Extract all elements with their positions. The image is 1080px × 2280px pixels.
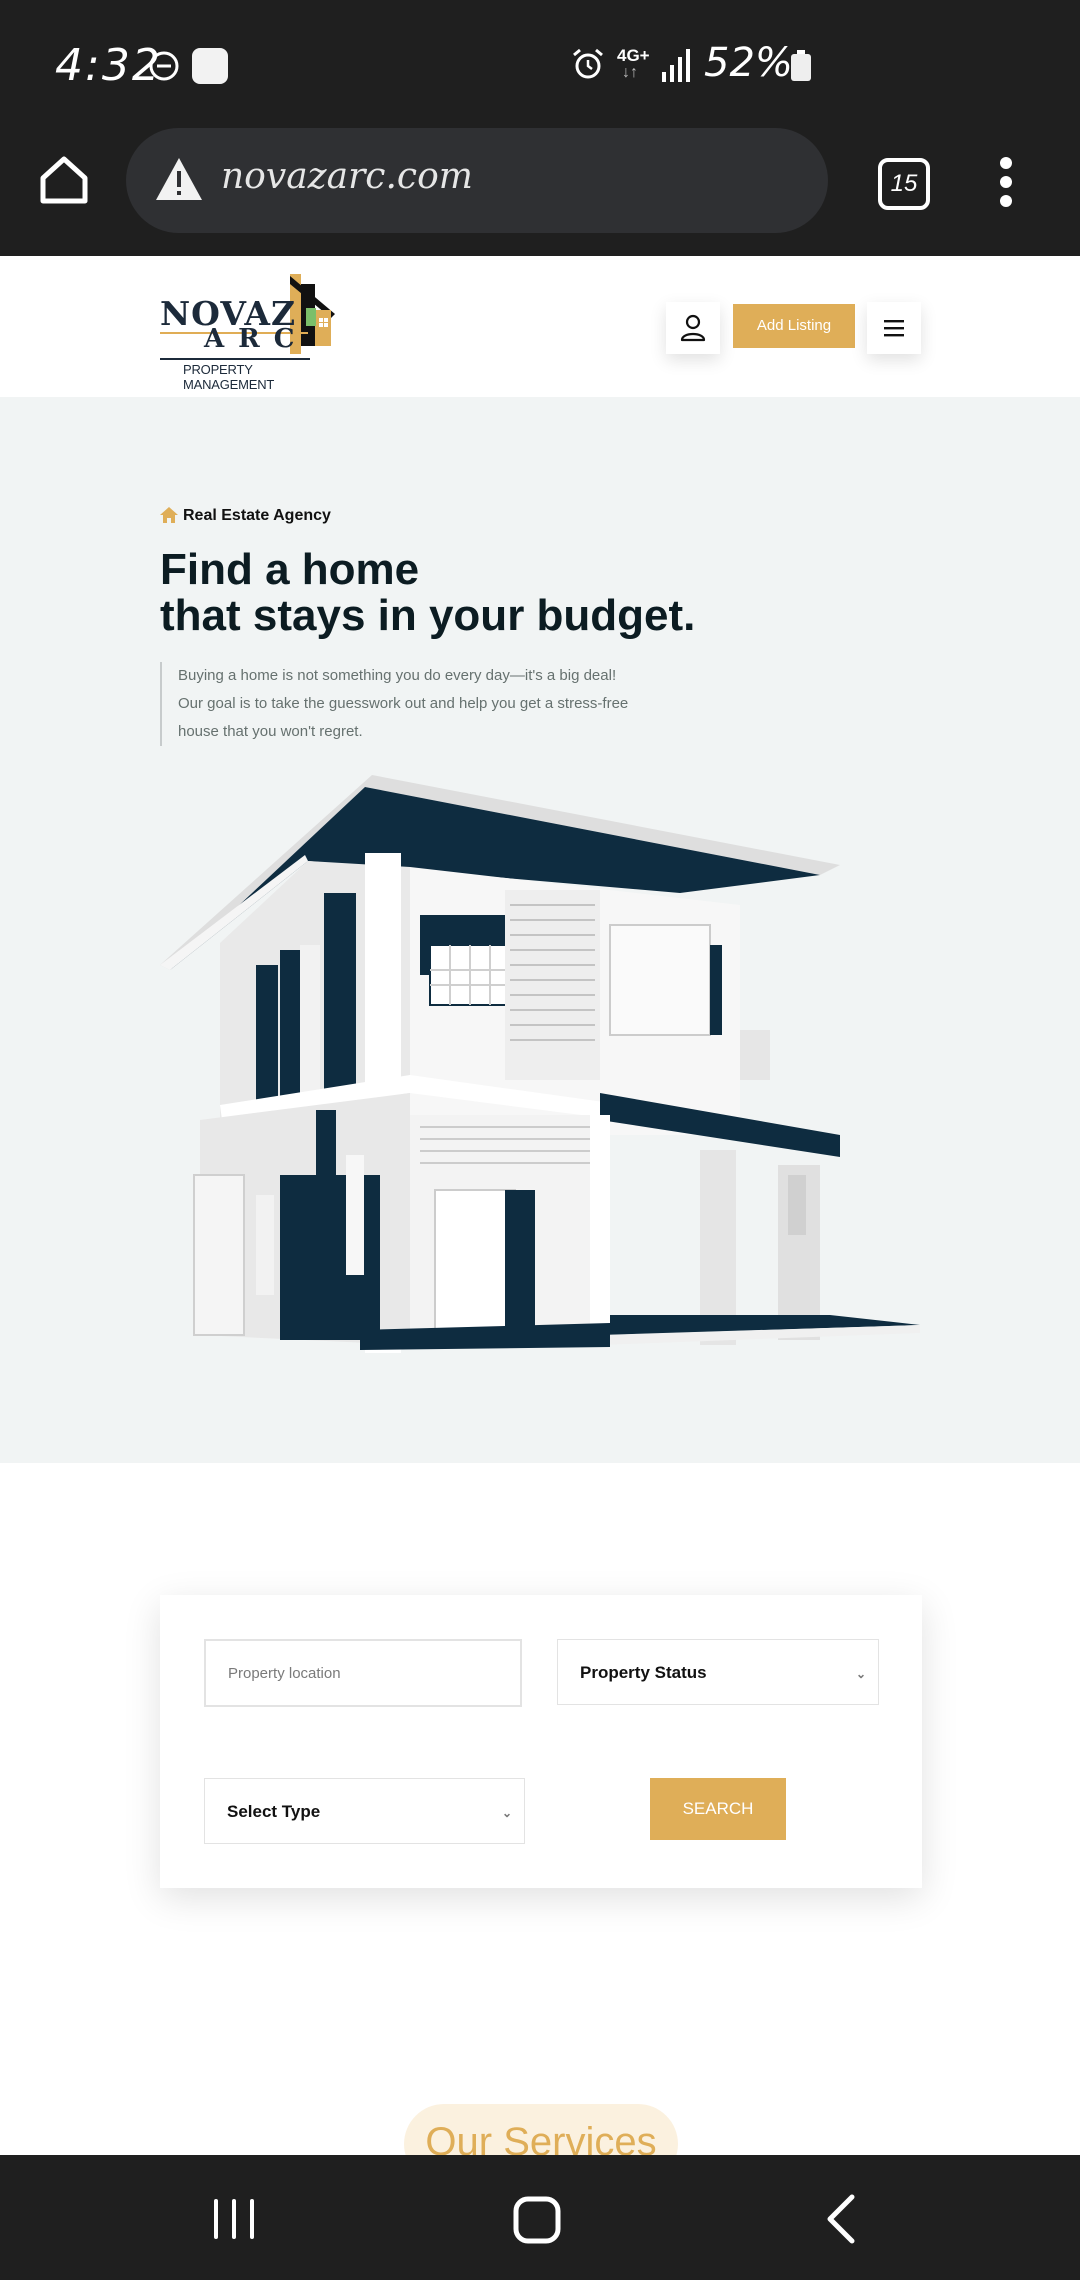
- agency-tag-label: Real Estate Agency: [183, 507, 331, 524]
- chevron-down-icon: ⌄: [501, 1806, 512, 1820]
- property-type-value: Select Type: [227, 1802, 321, 1821]
- hamburger-icon: [884, 320, 904, 337]
- browser-toolbar: novazarc.com 15: [0, 128, 1080, 256]
- hero-description: Buying a home is not something you do ev…: [160, 662, 698, 746]
- user-icon: [680, 314, 706, 342]
- hero-description-line: Our goal is to take the guesswork out an…: [178, 695, 629, 712]
- battery-percent: 52%: [704, 40, 793, 86]
- recent-apps-icon[interactable]: [212, 2197, 256, 2241]
- logo-tagline: PROPERTY MANAGEMENT: [183, 362, 275, 392]
- logo-text-arc: ARC: [204, 324, 309, 354]
- more-options-icon[interactable]: [996, 156, 1016, 208]
- hero-title-line: that stays in your budget.: [160, 591, 696, 640]
- battery-icon: [791, 50, 811, 81]
- home-button-icon[interactable]: [512, 2195, 562, 2245]
- property-status-select[interactable]: Property Status ⌄: [557, 1639, 879, 1705]
- hero-description-line: Buying a home is not something you do ev…: [178, 667, 617, 684]
- menu-button[interactable]: [867, 302, 921, 354]
- home-icon: [160, 507, 178, 523]
- logo-divider: [160, 358, 310, 360]
- do-not-disturb-icon: [149, 51, 179, 81]
- user-account-button[interactable]: [666, 302, 720, 354]
- browser-home-icon[interactable]: [38, 154, 90, 206]
- address-bar[interactable]: novazarc.com: [126, 128, 828, 233]
- add-listing-button[interactable]: Add Listing: [733, 304, 855, 348]
- hero-title-line: Find a home: [160, 545, 420, 594]
- url-text[interactable]: novazarc.com: [221, 156, 473, 197]
- notification-app-icon: [192, 48, 228, 84]
- signal-icon: [662, 49, 690, 82]
- back-icon[interactable]: [822, 2193, 858, 2245]
- search-button[interactable]: SEARCH: [650, 1778, 786, 1840]
- status-time: 4:32: [55, 40, 162, 91]
- alarm-icon: [573, 48, 603, 79]
- tab-switcher-button[interactable]: 15: [878, 158, 930, 210]
- site-logo[interactable]: NOVAZ ARC PROPERTY MANAGEMENT: [160, 274, 335, 392]
- system-navigation-bar: [0, 2155, 1080, 2280]
- property-type-select[interactable]: Select Type ⌄: [204, 1778, 525, 1844]
- property-status-value: Property Status: [580, 1663, 707, 1682]
- site-header: NOVAZ ARC PROPERTY MANAGEMENT Add Listin…: [0, 256, 1080, 397]
- data-activity-icon: ↓↑: [622, 64, 638, 81]
- property-search-form: Property Status ⌄ Select Type ⌄ SEARCH: [160, 1595, 922, 1888]
- network-type-label: 4G+: [617, 46, 650, 65]
- chevron-down-icon: ⌄: [855, 1667, 866, 1681]
- house-illustration: [160, 775, 920, 1353]
- hero-title: Find a home that stays in your budget.: [160, 547, 695, 639]
- property-location-input[interactable]: [204, 1639, 522, 1707]
- hero-section: Real Estate Agency Find a home that stay…: [0, 397, 1080, 1463]
- status-bar: 4:32 4G+ ↓↑ 52%: [0, 0, 1080, 128]
- warning-icon[interactable]: [154, 156, 204, 202]
- hero-description-line: house that you won't regret.: [178, 723, 363, 740]
